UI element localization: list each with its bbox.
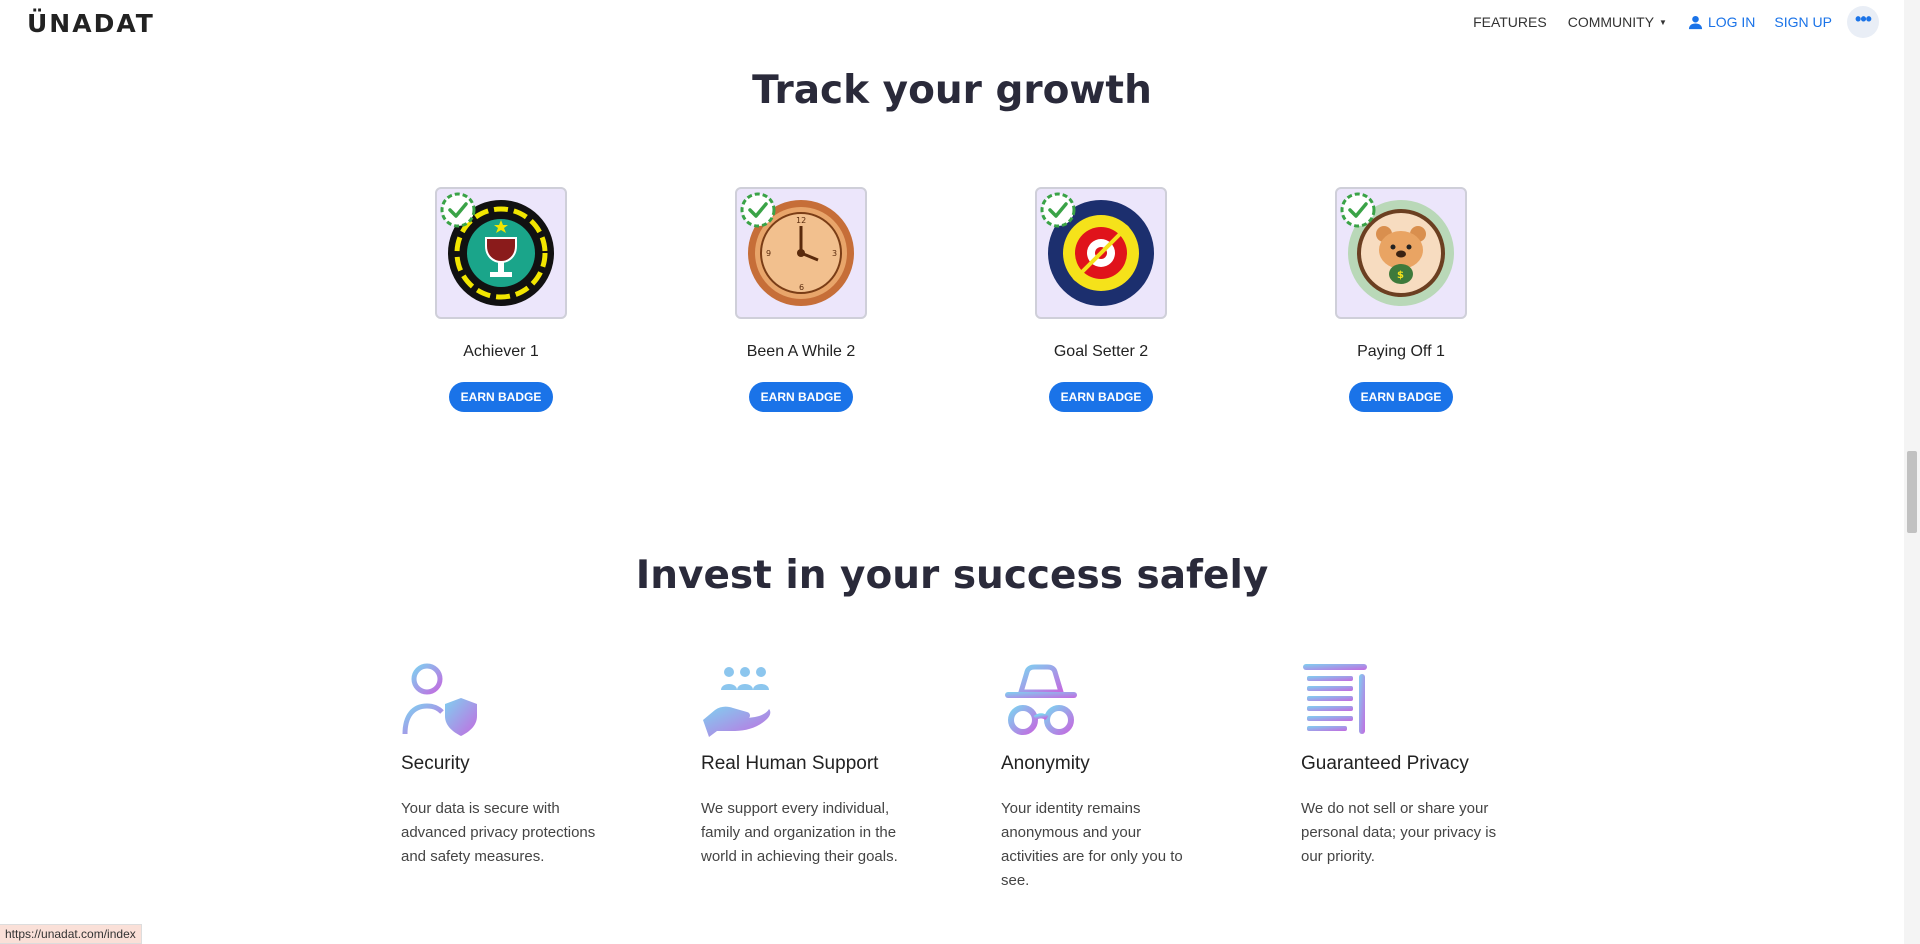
- feature-description: We do not sell or share your personal da…: [1301, 800, 1497, 865]
- feature-description: Your data is secure with advanced privac…: [401, 800, 596, 865]
- checkmark-icon: [440, 192, 476, 228]
- badge-frame: [1035, 187, 1167, 319]
- hand-people-icon: [703, 667, 771, 737]
- svg-text:6: 6: [799, 283, 804, 292]
- nav-features[interactable]: FEATURES: [1473, 14, 1547, 30]
- badge-name: Been A While 2: [746, 343, 856, 360]
- badge-card: Achiever 1 EARN BADGE: [431, 187, 571, 412]
- section-title-growth: Track your growth: [752, 68, 1152, 113]
- feature-title: Anonymity: [1001, 753, 1090, 774]
- document-list-icon: [1303, 664, 1367, 734]
- top-navbar: ÜNADAT FEATURES COMMUNITY ▼ LOG IN SIGN …: [0, 0, 1904, 44]
- badge-frame: [435, 187, 567, 319]
- svg-text:9: 9: [766, 249, 771, 258]
- badge-name: Achiever 1: [463, 343, 539, 360]
- nav-community[interactable]: COMMUNITY ▼: [1568, 14, 1667, 30]
- earn-badge-button[interactable]: EARN BADGE: [748, 382, 854, 412]
- feature-title: Security: [401, 753, 470, 774]
- more-options-button[interactable]: •••: [1847, 6, 1879, 38]
- badge-name: Paying Off 1: [1357, 343, 1445, 360]
- svg-text:12: 12: [796, 216, 806, 225]
- earn-badge-button[interactable]: EARN BADGE: [448, 382, 554, 412]
- incognito-icon: [1005, 664, 1077, 735]
- user-shield-icon: [402, 663, 477, 737]
- svg-text:$: $: [1397, 270, 1404, 281]
- nav-community-label: COMMUNITY: [1567, 14, 1655, 30]
- status-bar-url: https://unadat.com/index: [0, 924, 142, 944]
- checkmark-icon: [1340, 192, 1376, 228]
- section-title-invest: Invest in your success safely: [635, 553, 1269, 598]
- badge-card: 12 3 6 9 Been A While 2 EARN BADGE: [731, 187, 871, 412]
- badge-frame: 12 3 6 9: [735, 187, 867, 319]
- feature-description: Your identity remains anonymous and your…: [1001, 800, 1183, 889]
- vertical-scrollbar[interactable]: [1904, 0, 1920, 944]
- signup-link[interactable]: SIGN UP: [1774, 14, 1832, 30]
- checkmark-icon: [740, 192, 776, 228]
- site-logo[interactable]: ÜNADAT: [27, 9, 155, 38]
- feature-title: Guaranteed Privacy: [1301, 753, 1469, 774]
- main-nav: FEATURES COMMUNITY ▼ LOG IN SIGN UP •••: [1473, 0, 1904, 44]
- ellipsis-icon: •••: [1855, 9, 1872, 29]
- feature-description: We support every individual, family and …: [701, 800, 898, 865]
- earn-badge-button[interactable]: EARN BADGE: [1048, 382, 1154, 412]
- scrollbar-thumb[interactable]: [1907, 451, 1917, 533]
- feature-title: Real Human Support: [701, 753, 879, 774]
- feature-card: Anonymity Your identity remains anonymou…: [1001, 662, 1221, 893]
- badge-card: Goal Setter 2 EARN BADGE: [1031, 187, 1171, 412]
- feature-card: Real Human Support We support every indi…: [701, 662, 921, 869]
- earn-badge-button[interactable]: EARN BADGE: [1348, 382, 1454, 412]
- feature-card: Security Your data is secure with advanc…: [401, 662, 621, 869]
- badge-frame: $: [1335, 187, 1467, 319]
- svg-text:3: 3: [832, 249, 837, 258]
- badge-card: $ Paying Off 1 EARN BADGE: [1331, 187, 1471, 412]
- login-link[interactable]: LOG IN: [1688, 14, 1755, 30]
- login-label: LOG IN: [1707, 14, 1756, 30]
- checkmark-icon: [1040, 192, 1076, 228]
- user-icon: [1688, 15, 1703, 29]
- badge-name: Goal Setter 2: [1053, 343, 1149, 360]
- feature-card: Guaranteed Privacy We do not sell or sha…: [1301, 662, 1521, 869]
- caret-down-icon: ▼: [1659, 17, 1667, 27]
